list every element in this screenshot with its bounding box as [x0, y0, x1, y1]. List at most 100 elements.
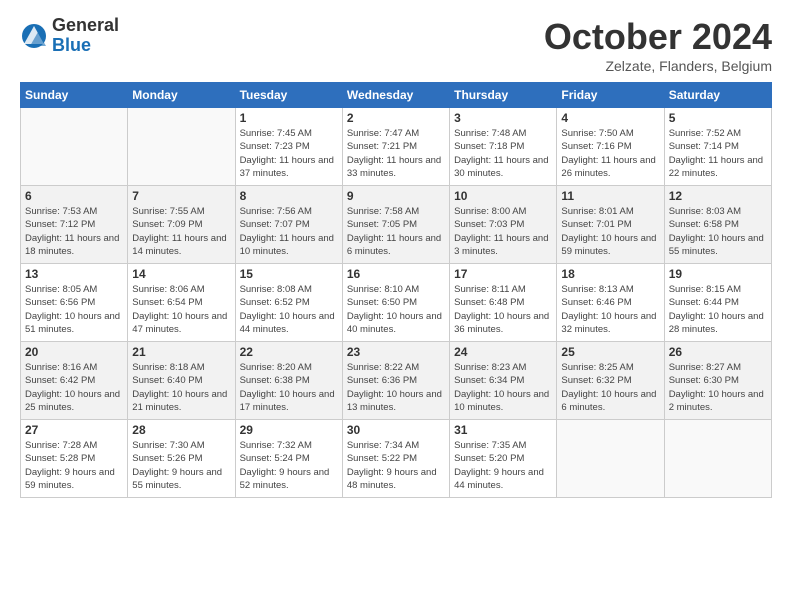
day-info: Sunrise: 8:06 AM Sunset: 6:54 PM Dayligh… — [132, 283, 230, 336]
calendar-week-row: 27Sunrise: 7:28 AM Sunset: 5:28 PM Dayli… — [21, 420, 772, 498]
day-info: Sunrise: 7:56 AM Sunset: 7:07 PM Dayligh… — [240, 205, 338, 258]
day-info: Sunrise: 8:15 AM Sunset: 6:44 PM Dayligh… — [669, 283, 767, 336]
calendar-cell: 13 Sunrise: 8:05 AM Sunset: 6:56 PM Dayli… — [21, 264, 128, 342]
calendar-cell: 26Sunrise: 8:27 AM Sunset: 6:30 PM Dayli… — [664, 342, 771, 420]
day-info: Sunrise: 7:52 AM Sunset: 7:14 PM Dayligh… — [669, 127, 767, 180]
calendar-cell: 18 Sunrise: 8:13 AM Sunset: 6:46 PM Dayli… — [557, 264, 664, 342]
calendar-cell — [664, 420, 771, 498]
calendar-table: SundayMondayTuesdayWednesdayThursdayFrid… — [20, 82, 772, 498]
calendar-cell: 21 Sunrise: 8:18 AM Sunset: 6:40 PM Dayli… — [128, 342, 235, 420]
day-number: 31 — [454, 423, 552, 437]
day-number: 10 — [454, 189, 552, 203]
location: Zelzate, Flanders, Belgium — [544, 58, 772, 74]
day-number: 1 — [240, 111, 338, 125]
day-number: 30 — [347, 423, 445, 437]
calendar-cell: 9Sunrise: 7:58 AM Sunset: 7:05 PM Daylig… — [342, 186, 449, 264]
calendar-cell: 10 Sunrise: 8:00 AM Sunset: 7:03 PM Dayli… — [450, 186, 557, 264]
day-info: Sunrise: 7:30 AM Sunset: 5:26 PM Dayligh… — [132, 439, 230, 492]
calendar-cell: 16Sunrise: 8:10 AM Sunset: 6:50 PM Dayli… — [342, 264, 449, 342]
calendar-cell: 31 Sunrise: 7:35 AM Sunset: 5:20 PM Dayli… — [450, 420, 557, 498]
day-number: 14 — [132, 267, 230, 281]
month-title: October 2024 — [544, 16, 772, 58]
day-number: 5 — [669, 111, 767, 125]
logo-general: General — [52, 16, 119, 36]
day-info: Sunrise: 8:00 AM Sunset: 7:03 PM Dayligh… — [454, 205, 552, 258]
calendar-cell: 15 Sunrise: 8:08 AM Sunset: 6:52 PM Dayli… — [235, 264, 342, 342]
day-info: Sunrise: 7:45 AM Sunset: 7:23 PM Dayligh… — [240, 127, 338, 180]
day-info: Sunrise: 8:13 AM Sunset: 6:46 PM Dayligh… — [561, 283, 659, 336]
page: General Blue October 2024 Zelzate, Fland… — [0, 0, 792, 508]
day-number: 21 — [132, 345, 230, 359]
calendar-cell: 7Sunrise: 7:55 AM Sunset: 7:09 PM Daylig… — [128, 186, 235, 264]
day-number: 9 — [347, 189, 445, 203]
calendar-cell: 17 Sunrise: 8:11 AM Sunset: 6:48 PM Dayli… — [450, 264, 557, 342]
calendar-day-header: Tuesday — [235, 83, 342, 108]
logo-text: General Blue — [52, 16, 119, 56]
day-info: Sunrise: 8:08 AM Sunset: 6:52 PM Dayligh… — [240, 283, 338, 336]
day-info: Sunrise: 7:50 AM Sunset: 7:16 PM Dayligh… — [561, 127, 659, 180]
calendar-cell: 19 Sunrise: 8:15 AM Sunset: 6:44 PM Dayli… — [664, 264, 771, 342]
logo: General Blue — [20, 16, 119, 56]
day-number: 28 — [132, 423, 230, 437]
calendar-cell: 28 Sunrise: 7:30 AM Sunset: 5:26 PM Dayli… — [128, 420, 235, 498]
calendar-cell: 30 Sunrise: 7:34 AM Sunset: 5:22 PM Dayli… — [342, 420, 449, 498]
day-info: Sunrise: 8:11 AM Sunset: 6:48 PM Dayligh… — [454, 283, 552, 336]
day-number: 15 — [240, 267, 338, 281]
calendar-cell: 11 Sunrise: 8:01 AM Sunset: 7:01 PM Dayli… — [557, 186, 664, 264]
calendar-cell — [557, 420, 664, 498]
day-info: Sunrise: 7:53 AM Sunset: 7:12 PM Dayligh… — [25, 205, 123, 258]
calendar-cell: 4Sunrise: 7:50 AM Sunset: 7:16 PM Daylig… — [557, 108, 664, 186]
calendar-cell: 25Sunrise: 8:25 AM Sunset: 6:32 PM Dayli… — [557, 342, 664, 420]
day-number: 23 — [347, 345, 445, 359]
calendar-week-row: 13 Sunrise: 8:05 AM Sunset: 6:56 PM Dayli… — [21, 264, 772, 342]
day-number: 12 — [669, 189, 767, 203]
day-number: 6 — [25, 189, 123, 203]
calendar-cell: 23 Sunrise: 8:22 AM Sunset: 6:36 PM Dayli… — [342, 342, 449, 420]
calendar-cell: 6 Sunrise: 7:53 AM Sunset: 7:12 PM Daylig… — [21, 186, 128, 264]
day-info: Sunrise: 8:01 AM Sunset: 7:01 PM Dayligh… — [561, 205, 659, 258]
calendar-cell: 20Sunrise: 8:16 AM Sunset: 6:42 PM Dayli… — [21, 342, 128, 420]
day-number: 8 — [240, 189, 338, 203]
calendar-cell: 29Sunrise: 7:32 AM Sunset: 5:24 PM Dayli… — [235, 420, 342, 498]
logo-blue: Blue — [52, 36, 119, 56]
day-number: 17 — [454, 267, 552, 281]
day-info: Sunrise: 7:55 AM Sunset: 7:09 PM Dayligh… — [132, 205, 230, 258]
calendar-day-header: Saturday — [664, 83, 771, 108]
header: General Blue October 2024 Zelzate, Fland… — [20, 16, 772, 74]
calendar-cell: 3 Sunrise: 7:48 AM Sunset: 7:18 PM Daylig… — [450, 108, 557, 186]
day-info: Sunrise: 8:10 AM Sunset: 6:50 PM Dayligh… — [347, 283, 445, 336]
calendar-day-header: Thursday — [450, 83, 557, 108]
calendar-cell — [128, 108, 235, 186]
calendar-cell: 5 Sunrise: 7:52 AM Sunset: 7:14 PM Daylig… — [664, 108, 771, 186]
calendar-header-row: SundayMondayTuesdayWednesdayThursdayFrid… — [21, 83, 772, 108]
calendar-cell: 14 Sunrise: 8:06 AM Sunset: 6:54 PM Dayli… — [128, 264, 235, 342]
day-info: Sunrise: 7:35 AM Sunset: 5:20 PM Dayligh… — [454, 439, 552, 492]
day-info: Sunrise: 8:18 AM Sunset: 6:40 PM Dayligh… — [132, 361, 230, 414]
day-number: 19 — [669, 267, 767, 281]
day-number: 29 — [240, 423, 338, 437]
day-info: Sunrise: 7:48 AM Sunset: 7:18 PM Dayligh… — [454, 127, 552, 180]
day-info: Sunrise: 8:05 AM Sunset: 6:56 PM Dayligh… — [25, 283, 123, 336]
calendar-week-row: 20Sunrise: 8:16 AM Sunset: 6:42 PM Dayli… — [21, 342, 772, 420]
day-number: 18 — [561, 267, 659, 281]
logo-icon — [20, 22, 48, 50]
calendar-cell: 1 Sunrise: 7:45 AM Sunset: 7:23 PM Daylig… — [235, 108, 342, 186]
calendar-day-header: Sunday — [21, 83, 128, 108]
calendar-day-header: Monday — [128, 83, 235, 108]
day-info: Sunrise: 8:20 AM Sunset: 6:38 PM Dayligh… — [240, 361, 338, 414]
day-number: 11 — [561, 189, 659, 203]
day-number: 3 — [454, 111, 552, 125]
calendar-cell: 22Sunrise: 8:20 AM Sunset: 6:38 PM Dayli… — [235, 342, 342, 420]
calendar-cell: 27Sunrise: 7:28 AM Sunset: 5:28 PM Dayli… — [21, 420, 128, 498]
calendar-cell: 2Sunrise: 7:47 AM Sunset: 7:21 PM Daylig… — [342, 108, 449, 186]
calendar-cell: 8 Sunrise: 7:56 AM Sunset: 7:07 PM Daylig… — [235, 186, 342, 264]
day-info: Sunrise: 7:28 AM Sunset: 5:28 PM Dayligh… — [25, 439, 123, 492]
day-info: Sunrise: 8:23 AM Sunset: 6:34 PM Dayligh… — [454, 361, 552, 414]
day-info: Sunrise: 7:34 AM Sunset: 5:22 PM Dayligh… — [347, 439, 445, 492]
day-info: Sunrise: 8:22 AM Sunset: 6:36 PM Dayligh… — [347, 361, 445, 414]
day-number: 13 — [25, 267, 123, 281]
day-number: 24 — [454, 345, 552, 359]
calendar-cell — [21, 108, 128, 186]
calendar-day-header: Wednesday — [342, 83, 449, 108]
calendar-week-row: 1 Sunrise: 7:45 AM Sunset: 7:23 PM Daylig… — [21, 108, 772, 186]
